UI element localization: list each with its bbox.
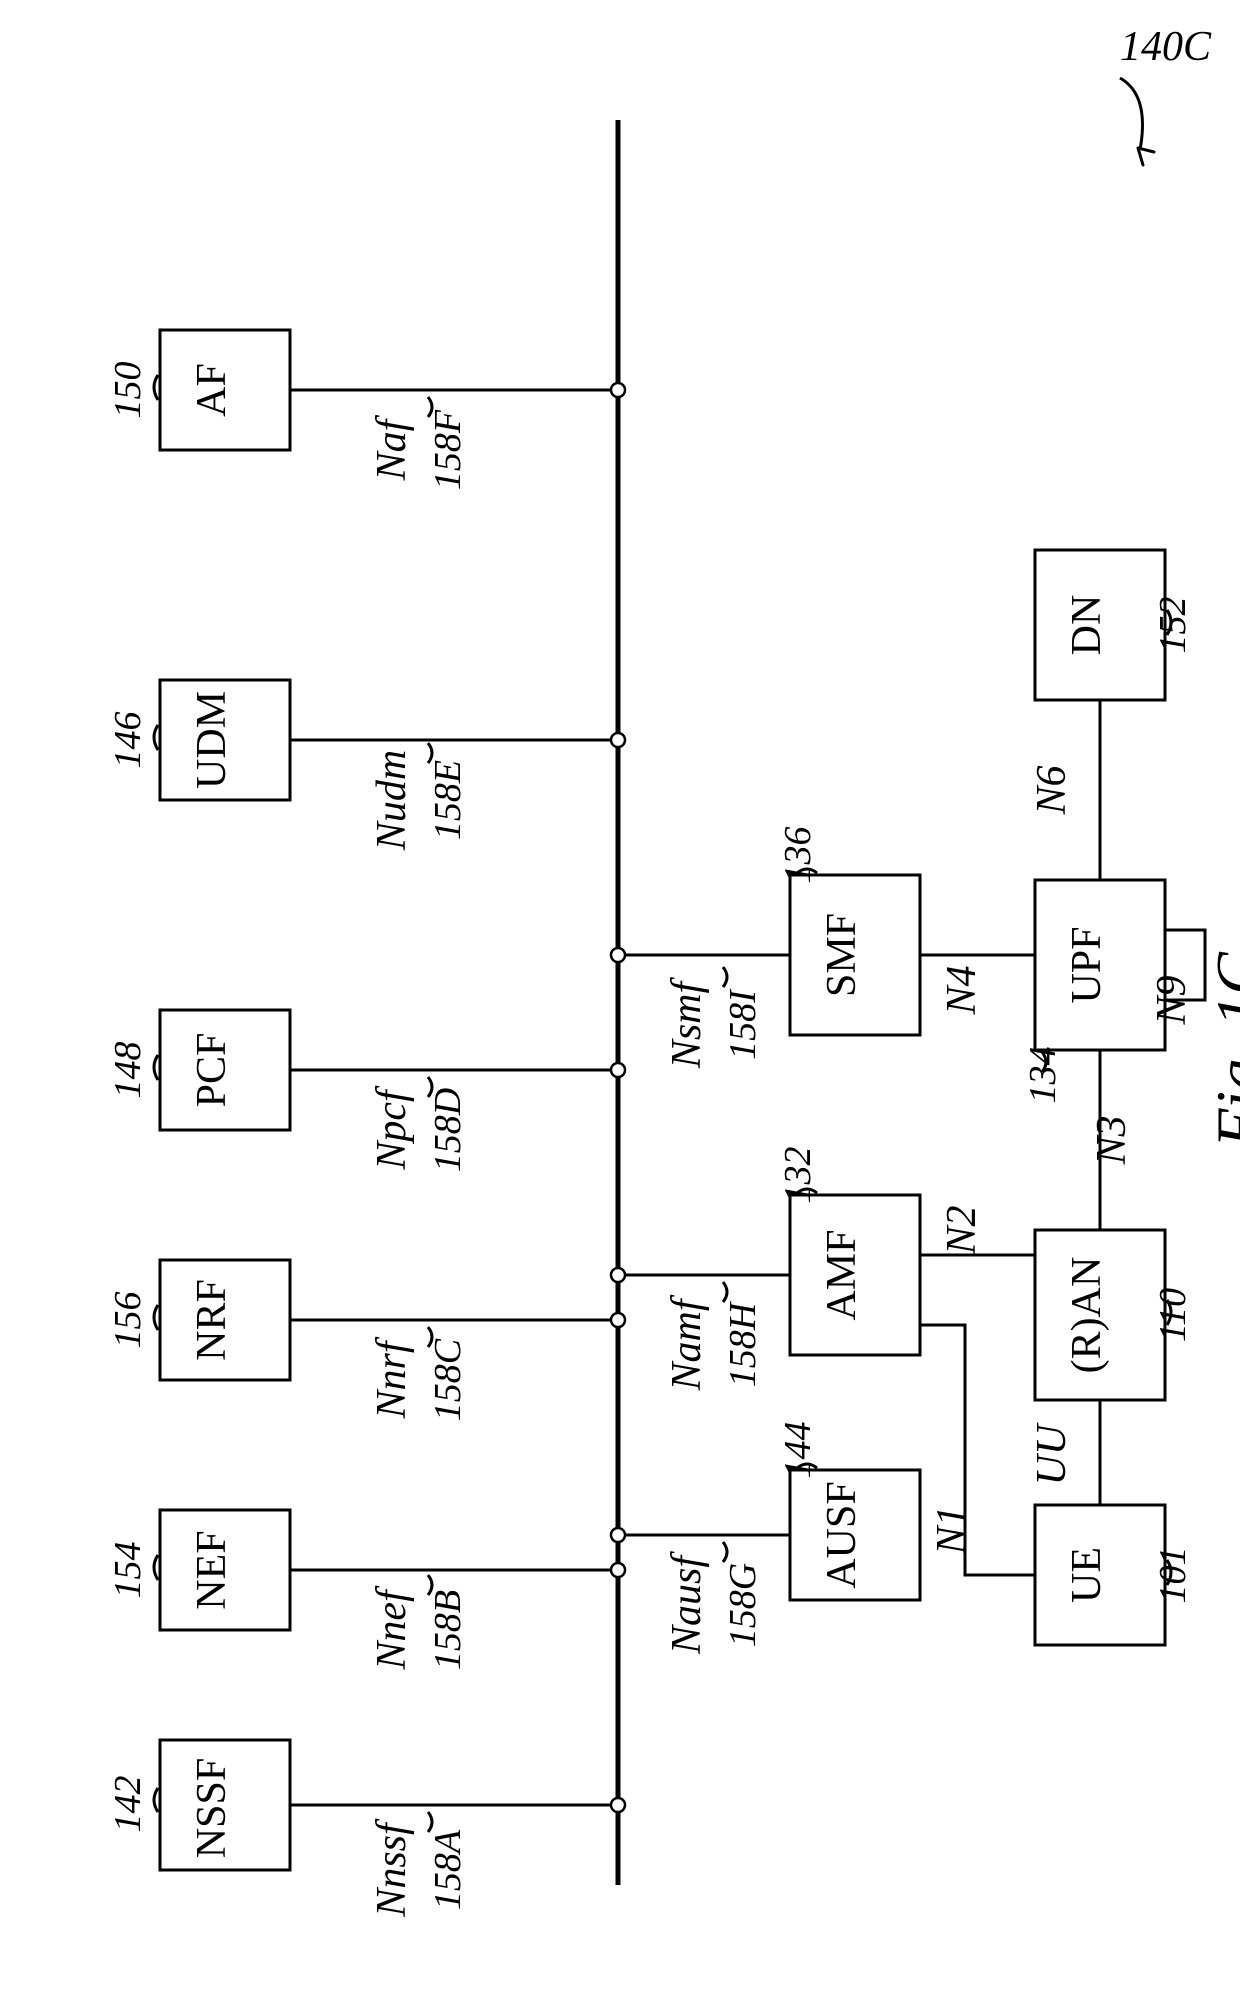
figure-title-overlay xyxy=(0,0,1240,2006)
